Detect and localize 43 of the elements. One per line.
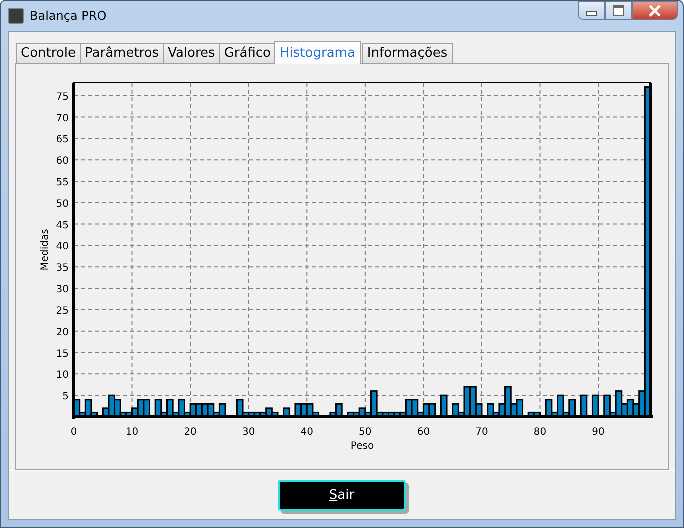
close-icon	[648, 4, 662, 16]
axis-tick-label: 20	[56, 327, 69, 338]
axis-tick-label: 75	[56, 92, 69, 103]
tab[interactable]: Controle	[16, 43, 81, 63]
axis-tick-label: 90	[592, 427, 605, 438]
axis-tick-label: 50	[56, 198, 69, 210]
axis-tick-label: 20	[184, 427, 197, 438]
axis-tick-label: 45	[56, 220, 69, 232]
y-axis-title: Medidas	[40, 229, 51, 271]
histogram-bar	[283, 408, 290, 418]
axis-tick-label: 55	[56, 177, 69, 188]
axis-tick-label: 50	[359, 427, 372, 438]
minimize-button[interactable]	[578, 1, 605, 20]
axis-tick-label: 15	[56, 348, 69, 360]
tab[interactable]: Gráfico	[219, 43, 276, 63]
axis-tick-label: 65	[56, 134, 69, 146]
x-axis-title: Peso	[350, 441, 374, 452]
axis-tick-label: 10	[126, 427, 139, 438]
scale-app-icon	[8, 8, 24, 24]
window-title: Balança PRO	[30, 9, 107, 23]
axis-tick-label: 70	[56, 113, 69, 124]
tab[interactable]: Informações	[362, 43, 453, 63]
axis-tick-label: 30	[56, 284, 69, 296]
close-button[interactable]	[632, 1, 678, 20]
axis-tick-label: 60	[56, 156, 69, 168]
tab[interactable]: Histograma	[274, 41, 362, 64]
histogram-bar	[580, 394, 588, 418]
axis-tick-label: 5	[62, 392, 69, 403]
axis-tick-label: 40	[56, 242, 69, 253]
axis-tick-label: 35	[56, 263, 69, 274]
axis-tick-label: 40	[300, 427, 314, 438]
tab[interactable]: Valores	[163, 43, 220, 63]
axis-tick-label: 70	[476, 427, 488, 438]
axis-tick-label: 60	[417, 427, 430, 438]
histogram-bar	[592, 394, 600, 418]
axis-tick-label: 25	[56, 306, 69, 317]
axis-tick-label: 30	[242, 427, 256, 438]
axis-tick-label: 10	[56, 370, 69, 382]
axis-tick-label: 80	[534, 427, 547, 438]
tab[interactable]: Parâmetros	[80, 43, 164, 63]
axis-tick-label: 0	[70, 427, 78, 438]
histogram-bar	[440, 394, 448, 418]
maximize-button[interactable]	[605, 1, 632, 20]
